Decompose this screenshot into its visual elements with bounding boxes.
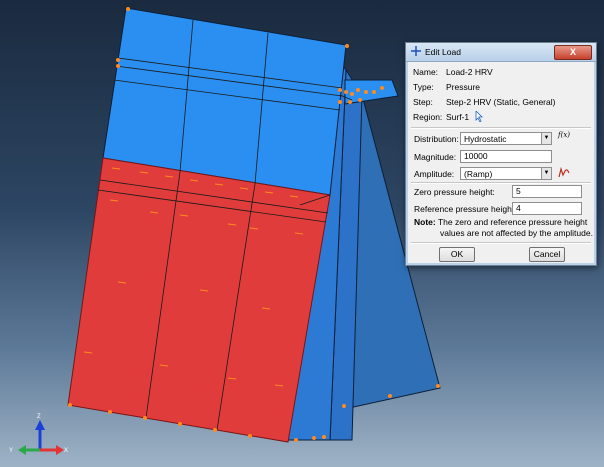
top-ledge xyxy=(344,79,399,105)
name-value: Load-2 HRV xyxy=(446,67,493,77)
zero-height-input[interactable]: 5 xyxy=(512,185,582,198)
separator xyxy=(411,182,591,184)
edit-load-dialog[interactable]: Edit Load X Name: Load-2 HRV Type: Pressur… xyxy=(405,42,597,266)
note-label: Note: xyxy=(414,217,436,227)
ok-button[interactable]: OK xyxy=(439,247,475,262)
chevron-down-icon[interactable]: ▼ xyxy=(541,168,551,179)
load-arrows-icon xyxy=(411,46,421,56)
amplitude-value: (Ramp) xyxy=(464,169,493,179)
distribution-label: Distribution: xyxy=(414,134,459,144)
step-value: Step-2 HRV (Static, General) xyxy=(446,97,556,107)
axis-x-label: X xyxy=(64,448,68,454)
dialog-title: Edit Load xyxy=(425,47,461,57)
magnitude-label: Magnitude: xyxy=(414,152,457,162)
ref-height-label: Reference pressure height: xyxy=(414,204,517,214)
distribution-select[interactable]: Hydrostatic ▼ xyxy=(460,132,552,145)
magnitude-input[interactable]: 10000 xyxy=(460,150,552,163)
amplitude-select[interactable]: (Ramp) ▼ xyxy=(460,167,552,180)
cancel-button[interactable]: Cancel xyxy=(529,247,565,262)
front-face-pressure-surface[interactable] xyxy=(67,157,331,443)
separator xyxy=(411,242,591,244)
region-select-cursor-icon[interactable] xyxy=(475,111,484,122)
zero-height-label: Zero pressure height: xyxy=(414,187,495,197)
axis-z-label: Z xyxy=(37,414,41,420)
axis-y-label: Y xyxy=(9,448,13,454)
region-label: Region: xyxy=(413,112,443,122)
axis-triad: Z Y X xyxy=(9,414,68,455)
create-amplitude-icon[interactable] xyxy=(558,167,570,179)
dialog-titlebar[interactable]: Edit Load X xyxy=(406,43,596,62)
close-button[interactable]: X xyxy=(554,45,592,60)
step-label: Step: xyxy=(413,97,433,107)
type-value: Pressure xyxy=(446,82,481,92)
amplitude-label: Amplitude: xyxy=(414,169,455,179)
name-label: Name: xyxy=(413,67,439,77)
fx-button[interactable]: f(x) xyxy=(558,131,570,139)
chevron-down-icon[interactable]: ▼ xyxy=(541,133,551,144)
note-text: Note: The zero and reference pressure he… xyxy=(414,217,594,239)
distribution-value: Hydrostatic xyxy=(464,134,507,144)
region-value: Surf-1 xyxy=(446,112,470,122)
ref-height-input[interactable]: 4 xyxy=(512,202,582,215)
type-label: Type: xyxy=(413,82,434,92)
separator xyxy=(411,127,591,129)
note-line-2: values are not affected by the amplitude… xyxy=(440,228,593,238)
note-line-1: The zero and reference pressure height xyxy=(437,217,588,227)
